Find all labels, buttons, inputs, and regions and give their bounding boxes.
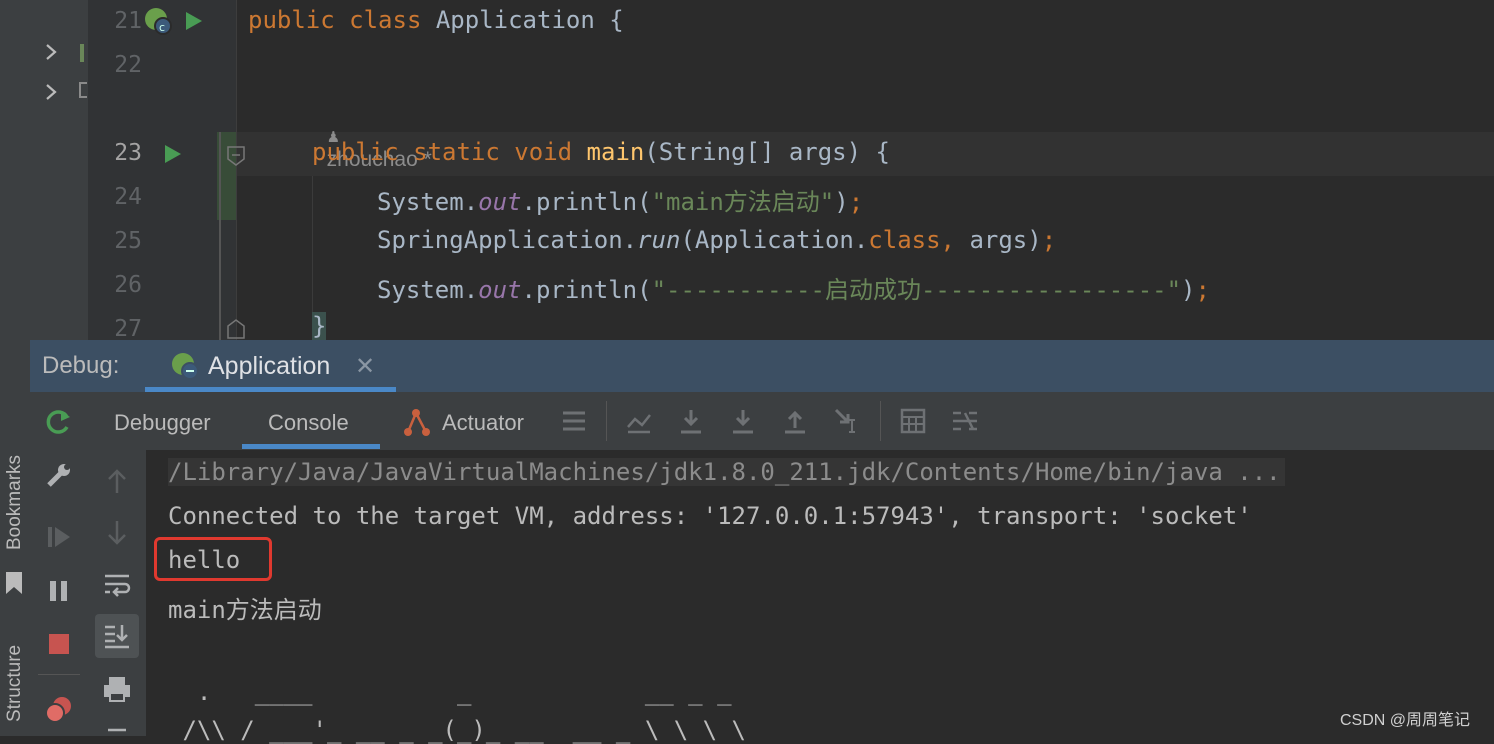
actuator-icon <box>402 408 432 442</box>
code-token: System. <box>377 188 479 216</box>
code-token: System. <box>377 276 479 304</box>
step-into-icon[interactable] <box>728 406 758 436</box>
spring-boot-icon <box>169 350 201 386</box>
code-line[interactable]: System.out.println("main方法启动"); <box>377 182 863 217</box>
run-config-tab[interactable]: Application <box>208 352 330 381</box>
tool-window-stripe: Bookmarks Structure <box>0 0 31 736</box>
evaluate-expression-icon[interactable] <box>898 406 928 436</box>
console-actions-bar <box>88 450 146 736</box>
active-tab-indicator <box>242 444 380 449</box>
settings-wrench-icon[interactable] <box>44 460 74 490</box>
module-icon <box>80 44 84 62</box>
project-panel <box>30 0 88 340</box>
code-token: SpringApplication. <box>377 226 638 254</box>
code-line[interactable]: System.out.println("-----------启动成功-----… <box>377 270 1210 305</box>
divider <box>880 401 881 441</box>
debug-label: Debug: <box>42 352 120 379</box>
scroll-up-icon[interactable] <box>102 466 132 496</box>
view-breakpoints-icon[interactable] <box>44 694 74 724</box>
code-token: ) <box>1181 276 1196 304</box>
step-out-icon[interactable] <box>780 406 810 436</box>
tab-actuator[interactable]: Actuator <box>442 410 524 436</box>
trace-current-stream-icon[interactable] <box>950 406 980 436</box>
structure-tab[interactable]: Structure <box>0 630 30 736</box>
console-line: /\\ / ___'_ __ _ _(_)_ __ __ _ \ \ \ \ <box>168 716 746 744</box>
debug-subtabs: Debugger Console Actuator <box>88 392 1494 451</box>
line-number: 21 <box>114 8 142 34</box>
debug-actions-bar <box>30 392 89 736</box>
code-token: (String[] args) <box>644 138 876 166</box>
highlight-box <box>154 537 272 581</box>
watermark: CSDN @周周笔记 <box>1340 712 1471 729</box>
code-token: out <box>478 276 522 304</box>
code-token: (Application. <box>680 226 869 254</box>
code-token: args) <box>955 226 1042 254</box>
code-token: ) <box>834 188 849 216</box>
expand-chevron-icon[interactable] <box>44 42 58 66</box>
close-icon[interactable]: ✕ <box>355 352 375 381</box>
code-line[interactable]: public static void main(String[] args) { <box>312 138 890 166</box>
code-token: } <box>312 312 327 340</box>
svg-text:c: c <box>159 21 165 34</box>
code-token: public class <box>248 6 436 34</box>
layout-menu-icon[interactable] <box>560 407 588 435</box>
fold-guide <box>219 132 221 340</box>
code-token: .println( <box>521 276 652 304</box>
rerun-icon[interactable] <box>44 407 74 437</box>
line-number: 25 <box>114 228 142 254</box>
soft-wrap-icon[interactable] <box>102 570 132 600</box>
tab-console[interactable]: Console <box>268 410 349 436</box>
console-line: main方法启动 <box>168 596 322 624</box>
library-icon <box>79 82 87 98</box>
spring-boot-icon[interactable]: c <box>143 6 173 40</box>
divider <box>38 674 80 675</box>
scroll-to-end-icon[interactable] <box>95 614 139 658</box>
code-token: "-----------启动成功-----------------" <box>651 276 1182 304</box>
line-number: 26 <box>114 272 142 298</box>
scroll-down-icon[interactable] <box>102 518 132 548</box>
console-line: /Library/Java/JavaVirtualMachines/jdk1.8… <box>168 458 1285 486</box>
run-icon[interactable] <box>184 10 204 36</box>
code-line[interactable]: public class Application { <box>248 6 624 34</box>
run-to-cursor-icon[interactable] <box>832 406 862 436</box>
code-token: run <box>637 226 681 254</box>
code-line[interactable]: SpringApplication.run(Application.class,… <box>377 226 1056 254</box>
code-token: ; <box>1195 276 1210 304</box>
code-token: .println( <box>521 188 652 216</box>
debug-toolwindow-header: Debug: Application ✕ <box>30 340 1494 392</box>
line-number: 22 <box>114 52 142 78</box>
divider <box>606 401 607 441</box>
clear-all-icon[interactable] <box>102 726 132 736</box>
line-number: 23 <box>114 140 142 166</box>
run-icon[interactable] <box>163 143 183 169</box>
console-line: Connected to the target VM, address: '12… <box>168 502 1252 530</box>
code-token: public static void <box>312 138 587 166</box>
console-output[interactable]: /Library/Java/JavaVirtualMachines/jdk1.8… <box>146 450 1494 744</box>
fold-icon[interactable] <box>226 145 246 171</box>
code-token: ; <box>1041 226 1057 254</box>
code-line[interactable]: } <box>312 312 327 340</box>
tab-debugger[interactable]: Debugger <box>114 410 211 436</box>
print-icon[interactable] <box>102 674 132 704</box>
bookmarks-tab[interactable]: Bookmarks <box>0 440 30 565</box>
code-token: "main方法启动" <box>651 188 835 216</box>
bookmark-icon <box>4 572 24 598</box>
code-token: Application { <box>435 6 624 34</box>
line-number: 24 <box>114 184 142 210</box>
resume-icon[interactable] <box>44 522 74 552</box>
expand-chevron-icon[interactable] <box>44 82 58 106</box>
code-token: ; <box>848 188 864 216</box>
code-token: out <box>478 188 522 216</box>
step-over-icon[interactable] <box>676 406 706 436</box>
code-token: main <box>586 138 645 166</box>
line-number: 27 <box>114 316 142 342</box>
code-token: , <box>940 226 955 254</box>
code-token: { <box>875 138 890 166</box>
pause-icon[interactable] <box>44 576 74 606</box>
console-line: . ____ _ __ _ _ <box>168 678 732 706</box>
stop-icon[interactable] <box>44 629 74 659</box>
show-execution-point-icon[interactable] <box>624 406 654 436</box>
code-token: class <box>868 226 941 254</box>
